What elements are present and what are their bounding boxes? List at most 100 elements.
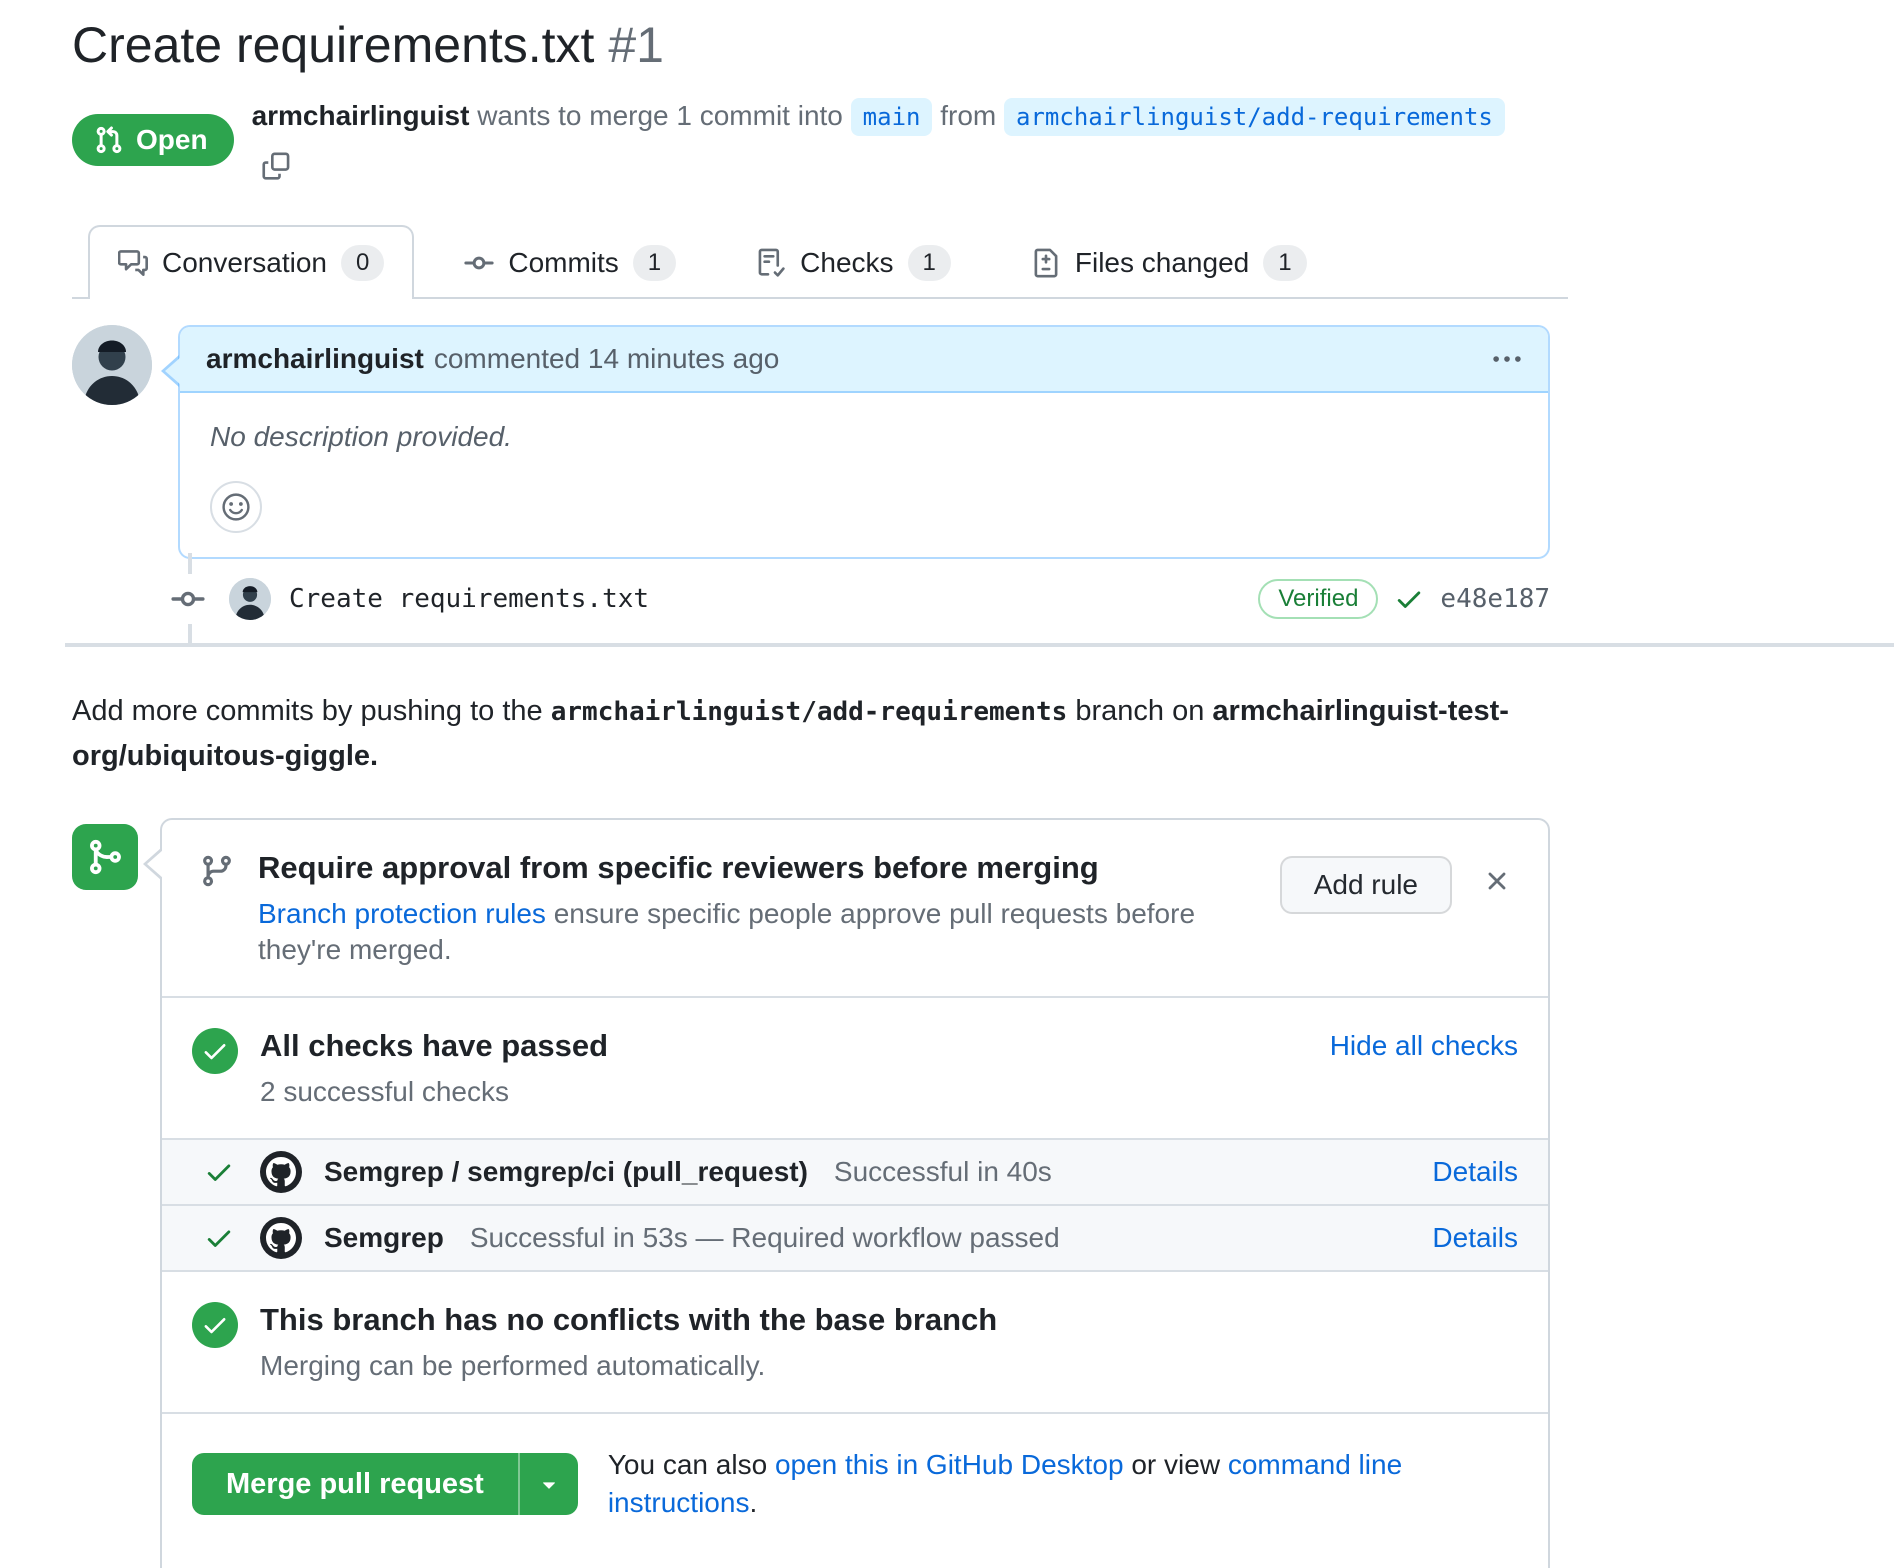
check-status: Successful in 40s (834, 1156, 1052, 1188)
page-title: Create requirements.txt #1 (72, 14, 1550, 76)
pr-meta: Open armchairlinguist wants to merge 1 c… (72, 92, 1550, 187)
check-row-semgrep-ci: Semgrep / semgrep/ci (pull_request) Succ… (162, 1140, 1548, 1206)
push-note-text-1: Add more commits by pushing to the (72, 695, 543, 727)
branch-protection-section: Require approval from specific reviewers… (162, 820, 1548, 998)
merge-note-period: . (749, 1487, 757, 1518)
timeline-divider (65, 643, 1894, 647)
kebab-icon[interactable] (1492, 344, 1522, 374)
merge-area: Require approval from specific reviewers… (72, 818, 1894, 1568)
merge-note-text-1: You can also (608, 1449, 767, 1480)
triangle-down-icon (536, 1471, 562, 1497)
merge-pull-request-button[interactable]: Merge pull request (192, 1453, 518, 1515)
conflicts-subtitle: Merging can be performed automatically. (260, 1348, 1518, 1384)
close-icon[interactable] (1482, 866, 1512, 896)
checks-summary-subtitle: 2 successful checks (260, 1074, 1330, 1110)
check-row-semgrep: Semgrep Successful in 53s — Required wor… (162, 1206, 1548, 1272)
commit-success-check-icon (1394, 584, 1424, 614)
add-rule-button[interactable]: Add rule (1280, 856, 1452, 914)
checks-passed-icon (192, 1028, 238, 1074)
commit-sha-link[interactable]: e48e187 (1440, 584, 1550, 614)
smiley-icon (221, 492, 251, 522)
tab-commits-count: 1 (633, 245, 676, 281)
head-branch-label[interactable]: armchairlinguist/add-requirements (1004, 98, 1505, 136)
branch-protection-text: Require approval from specific reviewers… (258, 848, 1256, 968)
pr-title-text: Create requirements.txt (72, 17, 594, 73)
tab-checks[interactable]: Checks 1 (726, 225, 981, 299)
git-commit-node-icon (171, 574, 205, 624)
push-note-period: . (370, 740, 378, 772)
merge-note-text-2: or view (1131, 1449, 1220, 1480)
git-merge-icon (72, 824, 138, 890)
comment-author[interactable]: armchairlinguist (206, 342, 424, 376)
push-note-branch: armchairlinguist/add-requirements (551, 697, 1068, 727)
commit-timeline: Create requirements.txt Verified e48e187 (72, 559, 1550, 643)
comment-discussion-icon (118, 248, 148, 278)
pr-description-comment: armchairlinguist commented 14 minutes ag… (72, 325, 1550, 559)
pr-state-label: Open (136, 125, 208, 155)
pull-request-page: Create requirements.txt #1 Open armchair… (0, 0, 1894, 1568)
branch-protection-link[interactable]: Branch protection rules (258, 898, 546, 929)
file-diff-icon (1031, 248, 1061, 278)
branch-protection-title: Require approval from specific reviewers… (258, 848, 1256, 888)
github-mark-icon (260, 1151, 302, 1193)
pr-number: #1 (608, 17, 664, 73)
merge-box: Require approval from specific reviewers… (160, 818, 1550, 1568)
check-status: Successful in 53s — Required workflow pa… (470, 1222, 1060, 1254)
tab-conversation-label: Conversation (162, 246, 327, 280)
conflicts-title: This branch has no conflicts with the ba… (260, 1300, 1518, 1340)
copy-branch-icon[interactable] (262, 152, 290, 180)
from-text: from (940, 100, 996, 131)
tab-checks-label: Checks (800, 246, 893, 280)
tab-commits-label: Commits (508, 246, 618, 280)
check-name: Semgrep / semgrep/ci (pull_request) (324, 1156, 808, 1188)
comment-box: armchairlinguist commented 14 minutes ag… (178, 325, 1550, 559)
commit-row: Create requirements.txt Verified e48e187 (72, 573, 1550, 625)
github-mark-icon (260, 1217, 302, 1259)
comment-header: armchairlinguist commented 14 minutes ag… (180, 327, 1548, 393)
success-check-icon (204, 1223, 234, 1253)
comment-timestamp: commented 14 minutes ago (434, 342, 780, 376)
pr-action-text: wants to merge 1 commit into (477, 100, 843, 131)
check-details-link[interactable]: Details (1412, 1222, 1518, 1254)
add-reaction-button[interactable] (210, 481, 262, 533)
hide-all-checks-link[interactable]: Hide all checks (1330, 1030, 1518, 1062)
merge-action-section: Merge pull request You can also open thi… (162, 1414, 1548, 1568)
success-check-icon (204, 1157, 234, 1187)
commit-message-link[interactable]: Create requirements.txt (289, 584, 649, 614)
check-details-link[interactable]: Details (1412, 1156, 1518, 1188)
base-branch-label[interactable]: main (851, 98, 933, 136)
merge-button-group: Merge pull request (192, 1453, 578, 1515)
checks-summary-section: All checks have passed 2 successful chec… (162, 998, 1548, 1140)
github-desktop-link[interactable]: open this in GitHub Desktop (775, 1449, 1124, 1480)
tab-conversation[interactable]: Conversation 0 (88, 225, 414, 299)
conflicts-text: This branch has no conflicts with the ba… (260, 1300, 1518, 1384)
tab-files-changed[interactable]: Files changed 1 (1001, 225, 1337, 299)
pr-meta-description: armchairlinguist wants to merge 1 commit… (252, 92, 1550, 187)
pr-state-badge: Open (72, 114, 234, 166)
check-name: Semgrep (324, 1222, 444, 1254)
conflicts-section: This branch has no conflicts with the ba… (162, 1272, 1548, 1414)
no-conflicts-check-icon (192, 1302, 238, 1348)
checklist-icon (756, 248, 786, 278)
merge-note: You can also open this in GitHub Desktop… (608, 1446, 1518, 1522)
tab-files-changed-count: 1 (1263, 245, 1306, 281)
push-note: Add more commits by pushing to the armch… (72, 689, 1532, 778)
merge-options-dropdown[interactable] (518, 1453, 578, 1515)
comment-text: No description provided. (210, 419, 1518, 455)
git-commit-icon (464, 248, 494, 278)
pr-timeline: armchairlinguist commented 14 minutes ag… (72, 325, 1550, 643)
avatar[interactable] (72, 325, 152, 405)
branch-protection-description: Branch protection rules ensure specific … (258, 896, 1256, 968)
checks-summary-text: All checks have passed 2 successful chec… (260, 1026, 1330, 1110)
push-note-text-2: branch on (1075, 695, 1204, 727)
pr-tabnav: Conversation 0 Commits 1 Checks 1 (72, 225, 1568, 299)
git-branch-icon (200, 854, 234, 888)
commit-right-meta: Verified e48e187 (1258, 579, 1550, 619)
verified-badge[interactable]: Verified (1258, 579, 1378, 619)
git-pull-request-icon (94, 125, 124, 155)
tab-conversation-count: 0 (341, 245, 384, 281)
pr-author[interactable]: armchairlinguist (252, 100, 470, 131)
commit-author-avatar[interactable] (229, 578, 271, 620)
tab-commits[interactable]: Commits 1 (434, 225, 706, 299)
checks-summary-title: All checks have passed (260, 1026, 1330, 1066)
